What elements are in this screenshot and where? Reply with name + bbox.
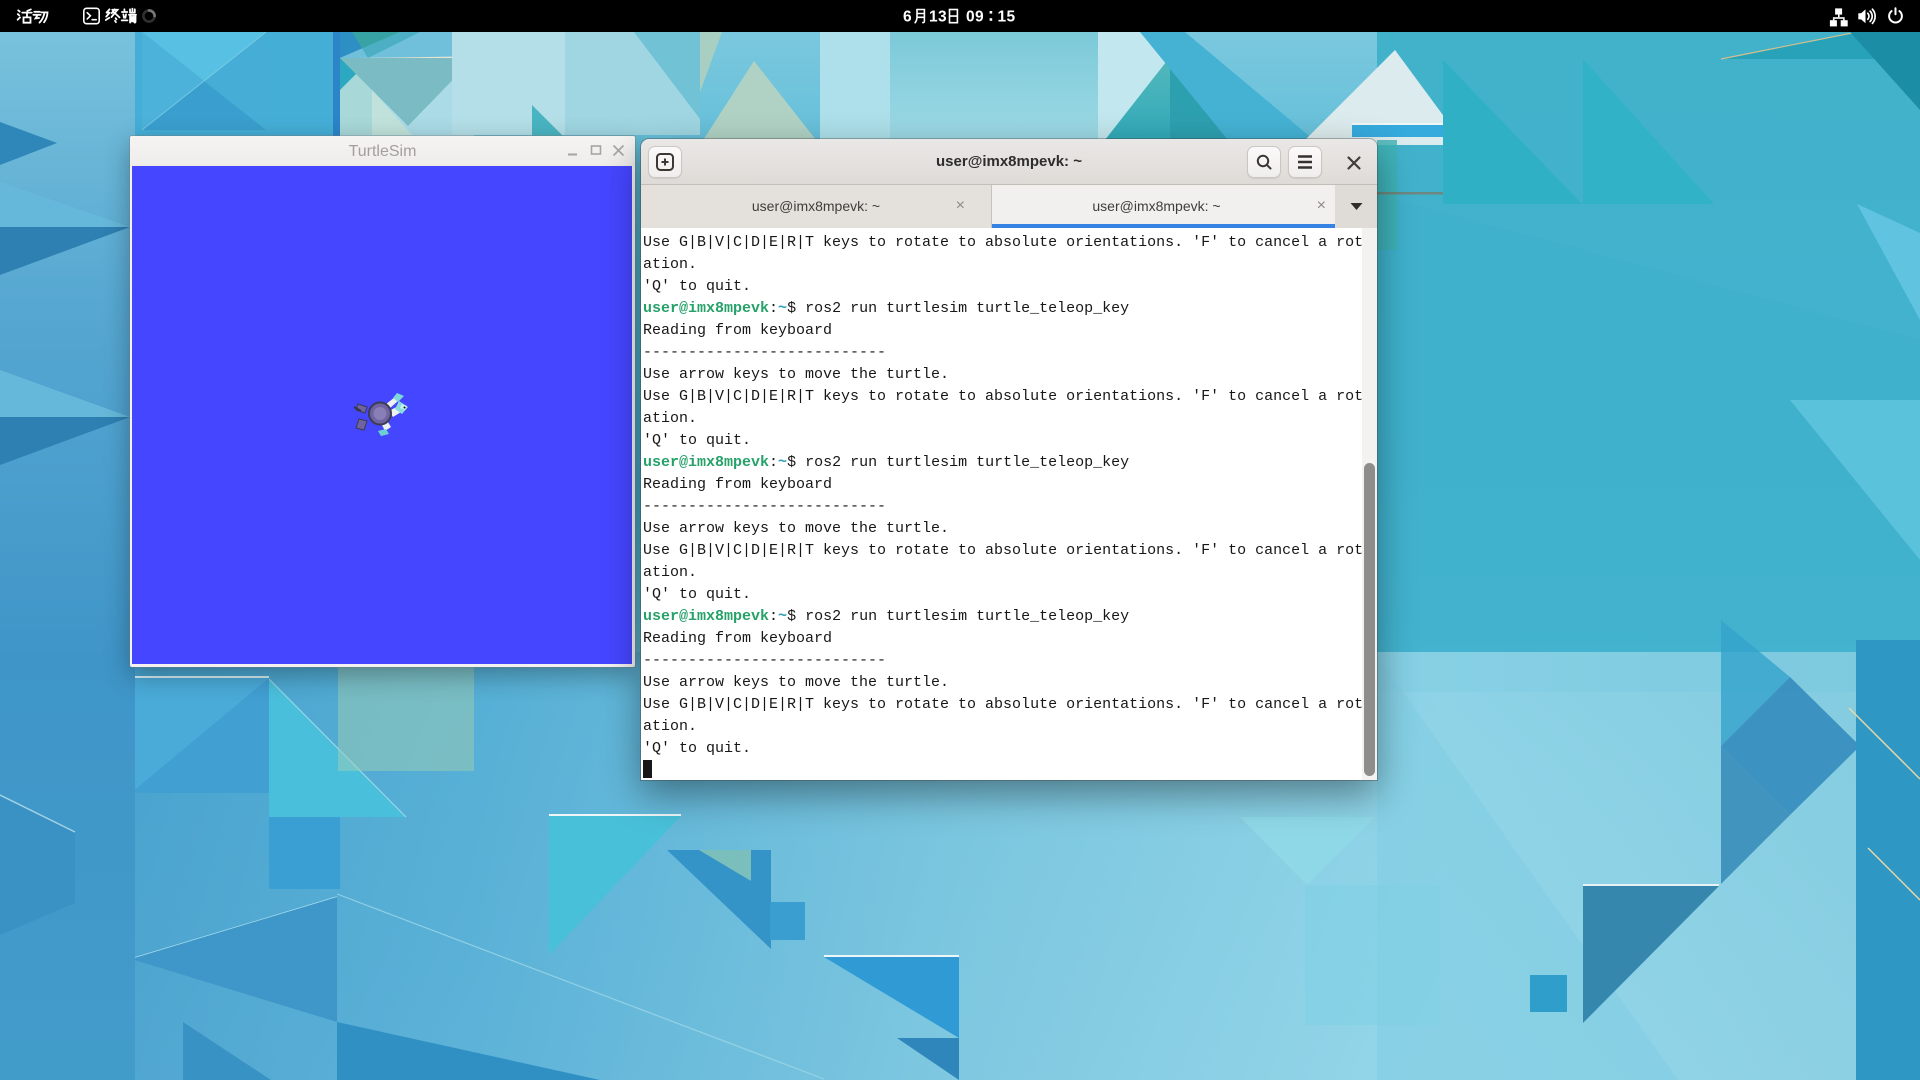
svg-text:13: 13 [929, 9, 947, 26]
svg-text:6: 6 [903, 9, 912, 26]
svg-text:15: 15 [998, 9, 1016, 26]
svg-text:09: 09 [966, 9, 984, 26]
